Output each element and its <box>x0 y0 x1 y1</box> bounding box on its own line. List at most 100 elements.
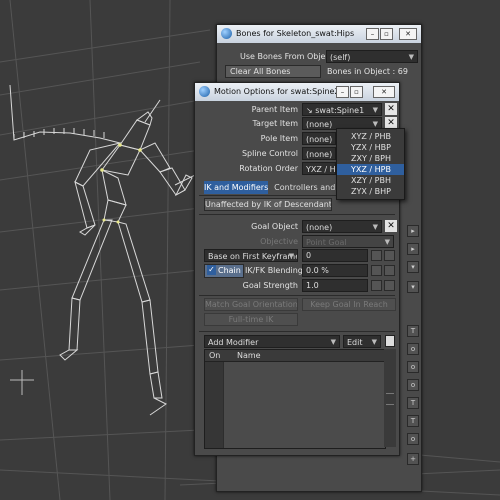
bone-icon: ↘ <box>306 106 316 115</box>
pole-item-label: Pole Item <box>260 134 298 143</box>
maximize-button[interactable]: ▫ <box>350 86 363 98</box>
chevron-down-icon: ▼ <box>372 106 378 114</box>
minimize-button[interactable]: – <box>366 28 379 40</box>
full-time-ik-button: Full-time IK <box>204 313 298 326</box>
rotation-option[interactable]: XYZ / PHB <box>337 131 404 142</box>
rotation-order-popup[interactable]: XYZ / PHB YZX / HBP ZXY / BPH YXZ / HPB … <box>336 128 405 200</box>
close-button[interactable]: ✕ <box>399 28 417 40</box>
clear-all-bones-button[interactable]: Clear All Bones <box>225 65 321 78</box>
modifier-list-body-name <box>224 362 385 448</box>
goal-strength-label: Goal Strength <box>242 281 298 290</box>
match-goal-orientation-button: Match Goal Orientation <box>204 298 298 311</box>
side-button[interactable]: ▸ <box>407 225 419 237</box>
graph-button[interactable] <box>384 250 395 261</box>
parent-item-value: swat:Spine1 <box>315 106 365 115</box>
side-button[interactable]: o <box>407 343 419 355</box>
lightwave-icon <box>221 28 232 39</box>
side-button[interactable]: ▾ <box>407 261 419 273</box>
check-icon: ✓ <box>207 265 216 275</box>
add-modifier-dropdown[interactable]: Add Modifier ▼ <box>204 335 340 348</box>
rotation-order-value: YXZ / HP <box>306 165 336 174</box>
side-button[interactable]: o <box>407 379 419 391</box>
target-item-value: (none) <box>306 120 333 129</box>
envelope-button[interactable] <box>371 280 382 291</box>
window-title: Bones for Skeleton_swat:Hips <box>236 29 355 38</box>
side-button[interactable]: ▾ <box>407 281 419 293</box>
graph-button[interactable] <box>384 280 395 291</box>
parent-item-dropdown[interactable]: ↘ swat:Spine1 ▼ <box>302 103 382 116</box>
objective-value: Point Goal <box>306 238 347 247</box>
graph-button[interactable] <box>384 265 395 276</box>
column-header-name[interactable]: Name <box>237 350 261 361</box>
side-button[interactable]: ▸ <box>407 243 419 255</box>
rotation-option[interactable]: YZX / HBP <box>337 142 404 153</box>
use-bones-value: (self) <box>330 53 351 62</box>
chevron-down-icon: ▼ <box>288 252 294 260</box>
clear-goal-button[interactable]: ✕ <box>385 220 397 232</box>
section-divider <box>199 295 395 296</box>
objective-dropdown: Point Goal ▼ <box>302 235 394 248</box>
chevron-down-icon: ▼ <box>330 338 336 346</box>
side-button[interactable]: T <box>407 415 419 427</box>
bones-window-titlebar[interactable]: Bones for Skeleton_swat:Hips – ▫ ✕ <box>217 25 421 43</box>
modifier-list-scrollbar[interactable] <box>384 349 396 447</box>
rotation-order-dropdown[interactable]: YXZ / HP <box>302 162 336 175</box>
scrollbar-grip[interactable] <box>386 393 394 405</box>
target-item-label: Target Item <box>252 119 298 128</box>
spline-control-value: (none) <box>306 150 333 159</box>
rotation-option[interactable]: ZXY / BPH <box>337 153 404 164</box>
edit-dropdown[interactable]: Edit ▼ <box>343 335 381 348</box>
rotation-option-selected[interactable]: YXZ / HPB <box>337 164 404 175</box>
goal-object-dropdown[interactable]: (none) ▼ <box>302 220 382 233</box>
use-bones-label: Use Bones From Object <box>240 52 333 61</box>
edit-value: Edit <box>347 338 363 347</box>
chevron-down-icon: ▼ <box>408 53 414 61</box>
clipboard-icon[interactable] <box>385 335 395 347</box>
base-on-keyframe-field[interactable]: 0 <box>302 249 368 262</box>
spline-control-dropdown[interactable]: (none) <box>302 147 336 160</box>
objective-label: Objective <box>260 237 298 246</box>
pole-item-value: (none) <box>306 135 333 144</box>
envelope-button[interactable] <box>371 250 382 261</box>
side-button[interactable]: + <box>407 453 419 465</box>
clear-parent-button[interactable]: ✕ <box>385 103 397 115</box>
add-modifier-value: Add Modifier <box>208 338 259 347</box>
side-button[interactable]: o <box>407 433 419 445</box>
parent-item-label: Parent Item <box>251 105 298 114</box>
rotation-option[interactable]: XZY / PBH <box>337 175 404 186</box>
rotation-option[interactable]: ZYX / BHP <box>337 186 404 197</box>
use-bones-dropdown[interactable]: (self) ▼ <box>326 50 418 63</box>
side-button[interactable]: o <box>407 361 419 373</box>
lightwave-icon <box>199 86 210 97</box>
window-title: Motion Options for swat:Spine2 <box>214 87 340 96</box>
section-divider <box>199 331 395 332</box>
chevron-down-icon: ▼ <box>384 238 390 246</box>
chevron-down-icon: ▼ <box>372 223 378 231</box>
goal-strength-field[interactable]: 1.0 <box>302 279 368 292</box>
goal-object-label: Goal Object <box>251 222 298 231</box>
tab-ik-and-modifiers[interactable]: IK and Modifiers <box>204 181 268 194</box>
side-button[interactable]: T <box>407 397 419 409</box>
chain-checkbox[interactable]: ✓ Chain <box>204 264 244 278</box>
goal-object-value: (none) <box>306 223 333 232</box>
side-button[interactable]: T <box>407 325 419 337</box>
modifier-list-body <box>205 362 223 448</box>
modifier-list-header: On Name <box>205 350 385 362</box>
section-divider <box>199 214 395 215</box>
envelope-button[interactable] <box>371 265 382 276</box>
ik-fk-blending-field[interactable]: 0.0 % <box>302 264 368 277</box>
unaffected-by-ik-button[interactable]: Unaffected by IK of Descendants <box>204 198 332 211</box>
ik-fk-blending-label: IK/FK Blending <box>245 266 303 275</box>
base-on-keyframe-value: Base on First Keyframe <box>208 252 298 261</box>
minimize-button[interactable]: – <box>336 86 349 98</box>
bones-count: Bones in Object : 69 <box>327 67 408 76</box>
modifier-list[interactable]: On Name <box>204 349 386 449</box>
maximize-button[interactable]: ▫ <box>380 28 393 40</box>
rotation-order-label: Rotation Order <box>239 164 298 173</box>
column-header-on[interactable]: On <box>209 350 220 361</box>
motion-window-titlebar[interactable]: Motion Options for swat:Spine2 – ▫ ✕ <box>195 83 399 101</box>
pole-item-dropdown[interactable]: (none) <box>302 132 336 145</box>
close-button[interactable]: ✕ <box>373 86 395 98</box>
spline-control-label: Spline Control <box>241 149 298 158</box>
base-on-keyframe-dropdown[interactable]: Base on First Keyframe ▼ <box>204 249 298 262</box>
